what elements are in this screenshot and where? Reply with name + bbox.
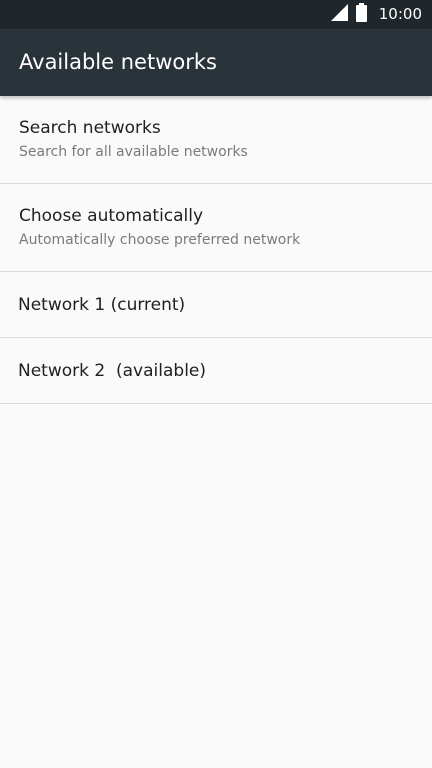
signal-icon — [330, 4, 348, 25]
search-networks-subtitle: Search for all available networks — [19, 144, 248, 160]
page-title: Available networks — [19, 50, 217, 74]
search-networks-title: Search networks — [19, 118, 161, 138]
choose-automatically-item[interactable]: Choose automatically Automatically choos… — [0, 184, 432, 272]
battery-icon — [355, 3, 367, 26]
network-list: Search networks Search for all available… — [0, 96, 432, 404]
network-1-title: Network 1 (current) — [18, 295, 186, 315]
choose-automatically-subtitle: Automatically choose preferred network — [19, 232, 301, 248]
app-bar: Available networks — [0, 29, 432, 96]
status-icons: 10:00 — [330, 0, 422, 29]
network-2-title: Network 2 (available) — [18, 361, 207, 381]
network-1-item[interactable]: Network 1 (current) — [0, 272, 432, 338]
status-bar: 10:00 — [0, 0, 432, 29]
status-time: 10:00 — [378, 5, 422, 23]
search-networks-item[interactable]: Search networks Search for all available… — [0, 96, 432, 184]
network-2-item[interactable]: Network 2 (available) — [0, 338, 432, 404]
choose-automatically-title: Choose automatically — [19, 206, 204, 226]
